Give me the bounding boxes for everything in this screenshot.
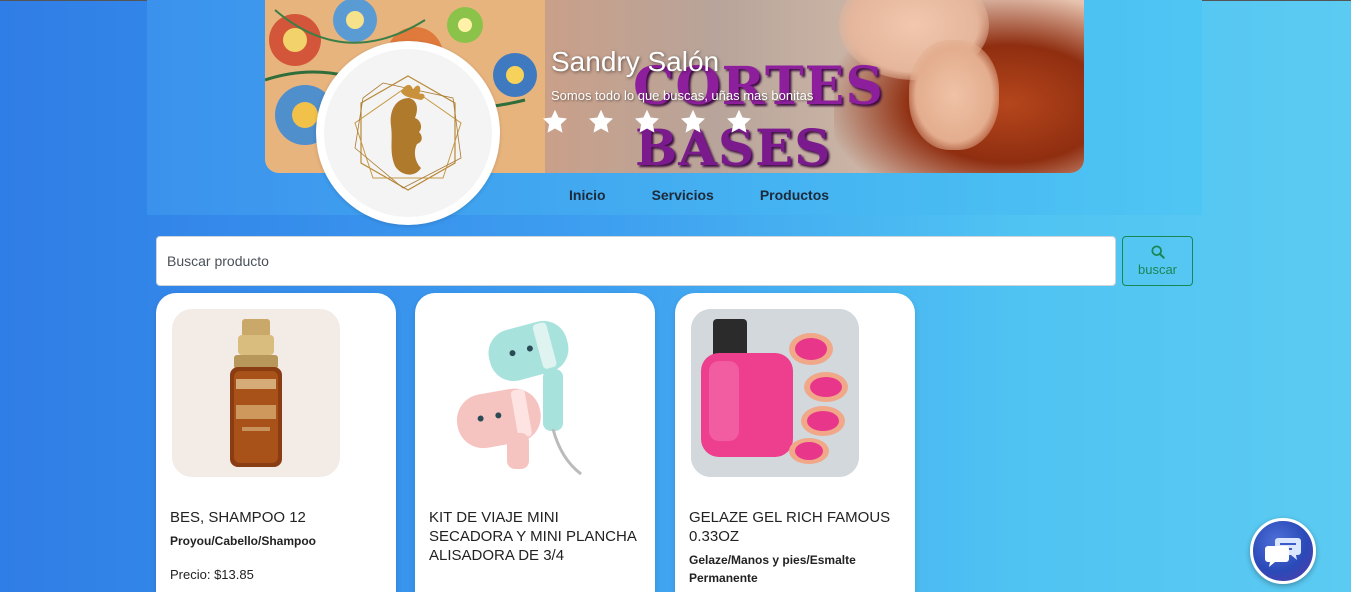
search-icon (1150, 245, 1165, 259)
product-image (431, 309, 599, 477)
nav-inicio[interactable]: Inicio (569, 187, 606, 203)
serum-bottle-image (230, 319, 282, 467)
search-input[interactable] (156, 236, 1116, 286)
star-icon (680, 109, 706, 133)
rating-stars (541, 108, 753, 136)
search-button-label: buscar (1137, 262, 1178, 277)
main-nav: Inicio Servicios Productos (569, 187, 829, 203)
product-card[interactable]: BES, SHAMPOO 12 Proyou/Cabello/Shampoo P… (156, 293, 396, 592)
hand-photo (909, 40, 999, 150)
star-icon (542, 109, 568, 133)
chat-button[interactable] (1250, 518, 1316, 584)
product-title: GELAZE GEL RICH FAMOUS 0.33OZ (689, 509, 891, 545)
product-title: KIT DE VIAJE MINI SECADORA Y MINI PLANCH… (429, 509, 637, 564)
product-card[interactable]: KIT DE VIAJE MINI SECADORA Y MINI PLANCH… (415, 293, 655, 592)
star-icon (634, 109, 660, 133)
product-image (691, 309, 859, 477)
product-card[interactable]: GELAZE GEL RICH FAMOUS 0.33OZ Gelaze/Man… (675, 293, 915, 592)
star-icon (726, 109, 752, 133)
pink-nail-polish-image (691, 309, 859, 477)
nav-productos[interactable]: Productos (760, 187, 829, 203)
woman-silhouette-logo-icon (354, 75, 462, 191)
logo-inner (324, 49, 492, 217)
star-icon (588, 109, 614, 133)
nav-servicios[interactable]: Servicios (652, 187, 714, 203)
product-price: Precio: $13.85 (170, 567, 254, 582)
chat-bubbles-icon (1265, 538, 1301, 567)
mini-hair-dryers-image (456, 320, 582, 476)
salon-tagline: Somos todo lo que buscas, uñas mas bonit… (551, 88, 814, 103)
product-title: BES, SHAMPOO 12 (170, 509, 306, 526)
salon-logo (316, 41, 500, 225)
product-category: Gelaze/Manos y pies/Esmalte Permanente (689, 553, 856, 585)
search-button[interactable]: buscar (1122, 236, 1193, 286)
product-image (172, 309, 340, 477)
product-category: Proyou/Cabello/Shampoo (170, 534, 317, 548)
salon-name: Sandry Salón (551, 46, 720, 77)
